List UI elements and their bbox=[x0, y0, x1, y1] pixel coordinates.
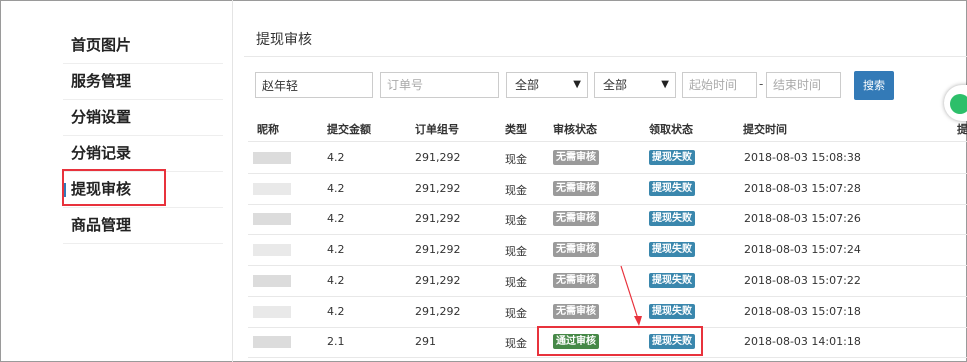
annotation-arrow bbox=[620, 265, 642, 326]
arrow-head bbox=[634, 316, 642, 326]
arrow-line bbox=[620, 265, 640, 323]
assistant-icon bbox=[950, 94, 967, 114]
